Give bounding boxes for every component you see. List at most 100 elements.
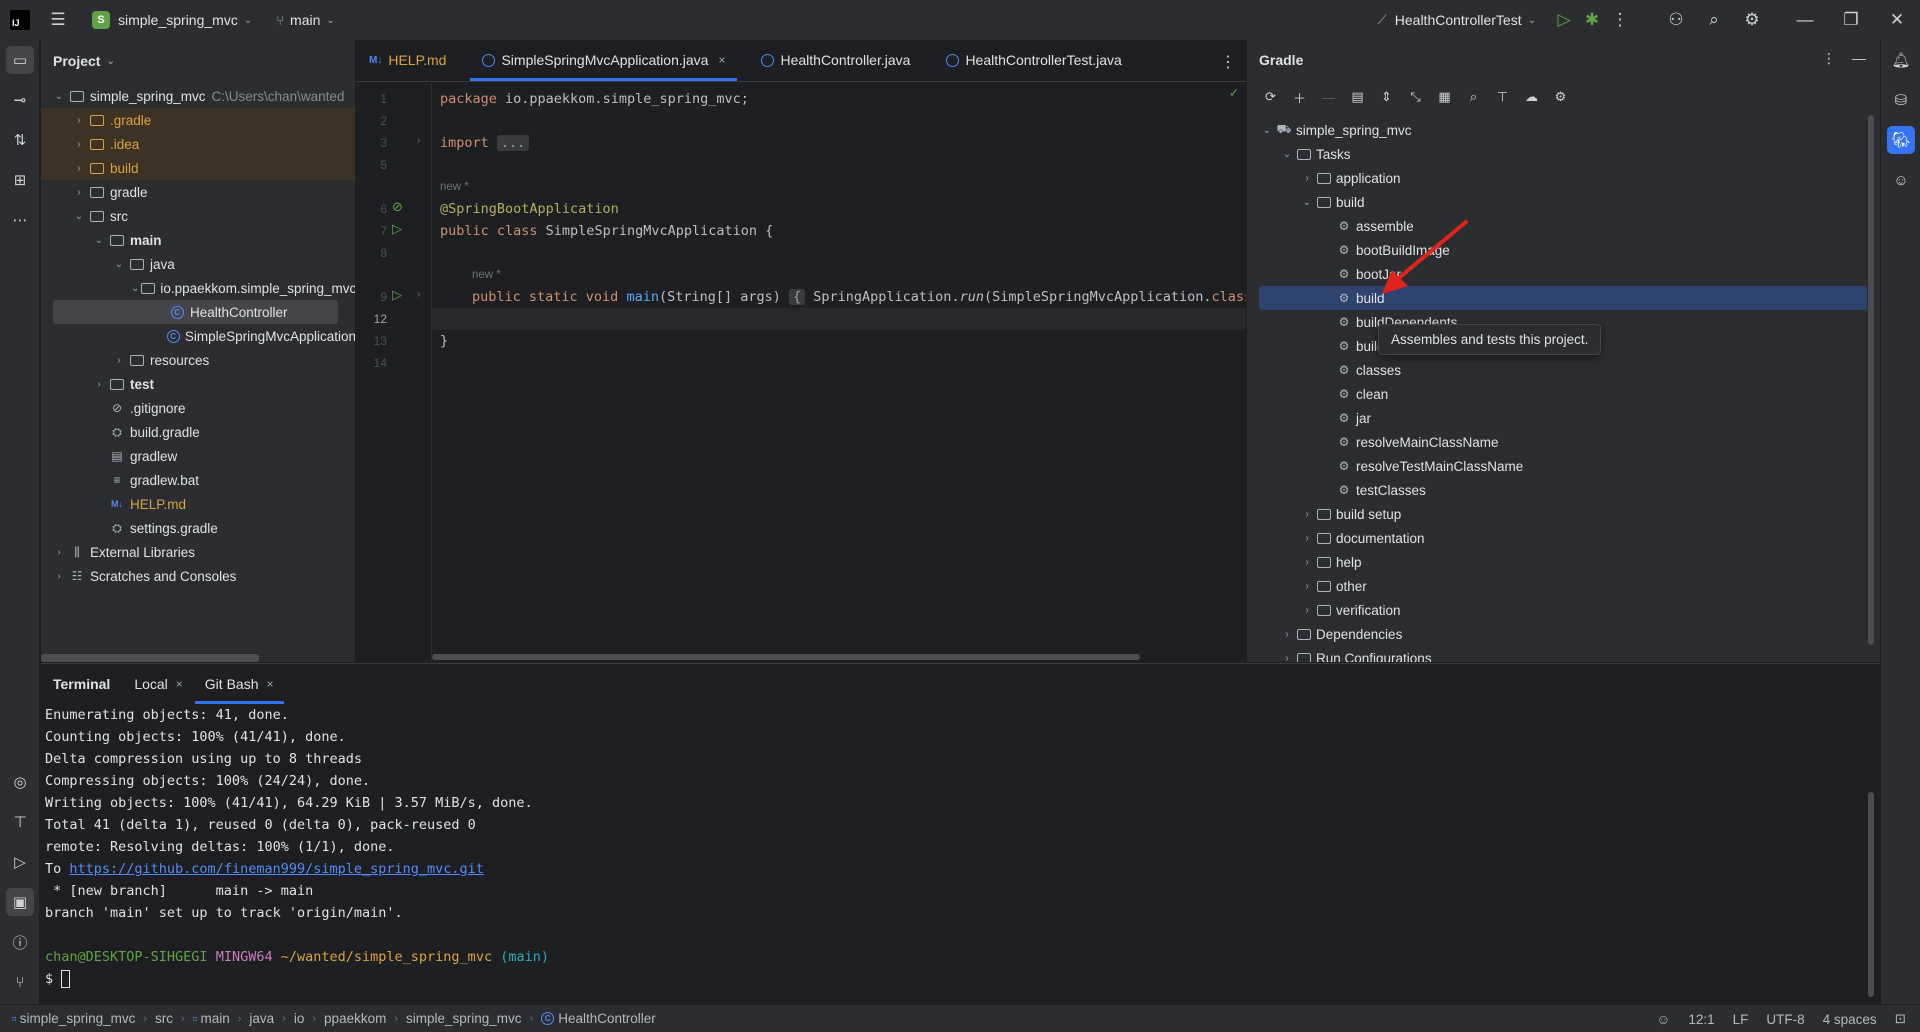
gradle-tree-item[interactable]: › Dependencies <box>1247 622 1867 646</box>
breadcrumb-item[interactable]: ppaekkom <box>324 1011 386 1026</box>
file-encoding[interactable]: UTF-8 <box>1766 1012 1804 1027</box>
settings-gear-icon[interactable]: ⚙ <box>1738 6 1766 34</box>
gradle-task[interactable]: ⚙ resolveMainClassName <box>1247 430 1867 454</box>
spring-bean-gutter-icon[interactable]: ⊘ <box>392 199 408 215</box>
chevron-right-icon[interactable]: › <box>1279 629 1295 640</box>
restore-window-icon[interactable]: ❐ <box>1828 6 1874 34</box>
collapse-all-icon[interactable]: ⤡ <box>1404 86 1427 109</box>
breadcrumb-item[interactable]: io <box>294 1011 305 1026</box>
reload-icon[interactable]: ⟳ <box>1259 86 1282 109</box>
show-task-icon[interactable]: ⊤ <box>1491 86 1514 109</box>
project-tree-item[interactable]: ⊘ .gitignore <box>41 396 355 420</box>
commit-tool-icon[interactable]: ⊸ <box>6 86 34 114</box>
gradle-task[interactable]: ⚙ assemble <box>1247 214 1867 238</box>
chevron-right-icon[interactable]: › <box>1299 581 1315 592</box>
problems-tool-icon[interactable]: ⓘ <box>6 928 34 956</box>
project-tree-item[interactable]: ⛭ settings.gradle <box>41 516 355 540</box>
editor-tab[interactable]: HealthControllerTest.java <box>934 40 1133 81</box>
terminal-input-line[interactable]: $ <box>45 968 71 990</box>
execute-task-icon[interactable]: ▤ <box>1346 86 1369 109</box>
chevron-down-icon[interactable]: ⌄ <box>131 283 139 294</box>
editor-tab[interactable]: M↓ HELP.md <box>357 40 458 81</box>
copilot-icon[interactable]: ☺ <box>1887 166 1915 194</box>
breadcrumb-item[interactable]: main <box>200 1011 229 1026</box>
notifications-icon[interactable]: 🔔︎ <box>1887 46 1915 74</box>
gradle-tree-item[interactable]: › documentation <box>1247 526 1867 550</box>
project-tree-item[interactable]: › resources <box>41 348 355 372</box>
chevron-right-icon[interactable]: › <box>1299 173 1315 184</box>
gradle-tree-item[interactable]: ⌄ ⛟ simple_spring_mvc <box>1247 118 1867 142</box>
gradle-tree-item[interactable]: › help <box>1247 550 1867 574</box>
fold-arrow-icon[interactable]: › <box>417 135 420 146</box>
close-icon[interactable]: × <box>718 53 725 67</box>
run-icon[interactable]: ▷ <box>1550 6 1578 34</box>
gradle-task[interactable]: ⚙ bootJar <box>1247 262 1867 286</box>
caret-position[interactable]: 12:1 <box>1688 1012 1714 1027</box>
project-tree-item[interactable]: ⌄ src <box>41 204 355 228</box>
terminal-tab-local[interactable]: Local × <box>134 664 182 704</box>
close-icon[interactable]: × <box>176 677 183 691</box>
chevron-down-icon[interactable]: ⌄ <box>1299 197 1315 208</box>
more-tools-icon[interactable]: ⋯ <box>6 206 34 234</box>
gradle-tree-item[interactable]: › build setup <box>1247 502 1867 526</box>
add-icon[interactable]: ＋ <box>1288 86 1311 109</box>
terminal-vscrollbar[interactable] <box>1868 792 1874 997</box>
breadcrumb-item[interactable]: java <box>249 1011 274 1026</box>
structure-tool-icon[interactable]: ⊞ <box>6 166 34 194</box>
project-tree-item[interactable]: ⌄ java <box>41 252 355 276</box>
debug-icon[interactable]: ✱ <box>1578 6 1606 34</box>
chevron-down-icon[interactable]: ⌄ <box>71 211 87 222</box>
project-tool-icon[interactable]: ▭ <box>6 46 34 74</box>
chevron-down-icon[interactable]: ⌄ <box>1259 125 1275 136</box>
terminal-tool-icon[interactable]: ▣ <box>6 888 34 916</box>
project-tree-item[interactable]: › test <box>41 372 355 396</box>
breadcrumb-item[interactable]: src <box>155 1011 173 1026</box>
panel-options-icon[interactable]: ⋮ <box>1822 50 1836 67</box>
gradle-task[interactable]: ⚙ classes <box>1247 358 1867 382</box>
project-tree-item[interactable]: ▤ gradlew <box>41 444 355 468</box>
editor-hscrollbar[interactable] <box>432 654 1140 660</box>
project-hscrollbar[interactable] <box>41 654 259 662</box>
gradle-task[interactable]: ⚙ resolveTestMainClassName <box>1247 454 1867 478</box>
database-icon[interactable]: ⛁ <box>1887 86 1915 114</box>
chevron-right-icon[interactable]: › <box>71 163 87 174</box>
gradle-vscrollbar[interactable] <box>1868 115 1874 645</box>
run-tool-icon[interactable]: ▷ <box>6 848 34 876</box>
usage-hint[interactable]: new * <box>440 176 469 198</box>
services-tool-icon[interactable]: ◎ <box>6 768 34 796</box>
git-tool-icon[interactable]: ⑂ <box>6 968 34 996</box>
chevron-right-icon[interactable]: › <box>71 139 87 150</box>
terminal-output[interactable]: Enumerating objects: 41, done. Counting … <box>41 704 1861 1004</box>
more-actions-icon[interactable]: ⋮ <box>1606 6 1634 34</box>
fold-arrow-icon[interactable]: › <box>417 289 420 300</box>
gradle-tool-icon[interactable]: 🐘︎ <box>1887 126 1915 154</box>
project-tree-item[interactable]: C HealthController <box>53 300 338 324</box>
project-widget[interactable]: S simple_spring_mvc ⌄ <box>84 6 260 34</box>
hide-panel-icon[interactable]: — <box>1852 50 1866 66</box>
chevron-down-icon[interactable]: ⌄ <box>1279 149 1295 160</box>
code-area[interactable]: package io.ppaekkom.simple_spring_mvc; i… <box>432 83 1246 662</box>
project-tree-item[interactable]: › .gradle <box>41 108 355 132</box>
offline-mode-icon[interactable]: ☁ <box>1520 86 1543 109</box>
gradle-task[interactable]: ⚙ jar <box>1247 406 1867 430</box>
project-tree-item[interactable]: ⛭ build.gradle <box>41 420 355 444</box>
gradle-tree-item[interactable]: › verification <box>1247 598 1867 622</box>
project-panel-header[interactable]: Project ⌄ <box>41 40 355 82</box>
repo-link[interactable]: https://github.com/fineman999/simple_spr… <box>69 861 484 877</box>
usage-hint[interactable]: new * <box>472 264 501 286</box>
chevron-right-icon[interactable]: › <box>1279 653 1295 663</box>
chevron-right-icon[interactable]: › <box>51 547 67 558</box>
expand-all-icon[interactable]: ⇕ <box>1375 86 1398 109</box>
project-tree-item[interactable]: › ☷ Scratches and Consoles <box>41 564 355 588</box>
gradle-tree-item[interactable]: › other <box>1247 574 1867 598</box>
folded-imports[interactable]: ... <box>496 135 530 151</box>
copilot-status-icon[interactable]: ☺ <box>1657 1012 1671 1027</box>
gradle-task[interactable]: ⚙ bootBuildImage <box>1247 238 1867 262</box>
editor-tab[interactable]: SimpleSpringMvcApplication.java × <box>470 40 738 81</box>
analyze-dependencies-icon[interactable]: ▦ <box>1433 86 1456 109</box>
no-problems-check-icon[interactable]: ✓ <box>1230 85 1238 101</box>
project-tree-item[interactable]: ⌄ main <box>41 228 355 252</box>
gradle-settings-icon[interactable]: ⚙ <box>1549 86 1572 109</box>
tabs-more-icon[interactable]: ⋮ <box>1220 52 1236 72</box>
vcs-branch-widget[interactable]: ⑂ main ⌄ <box>268 6 343 34</box>
